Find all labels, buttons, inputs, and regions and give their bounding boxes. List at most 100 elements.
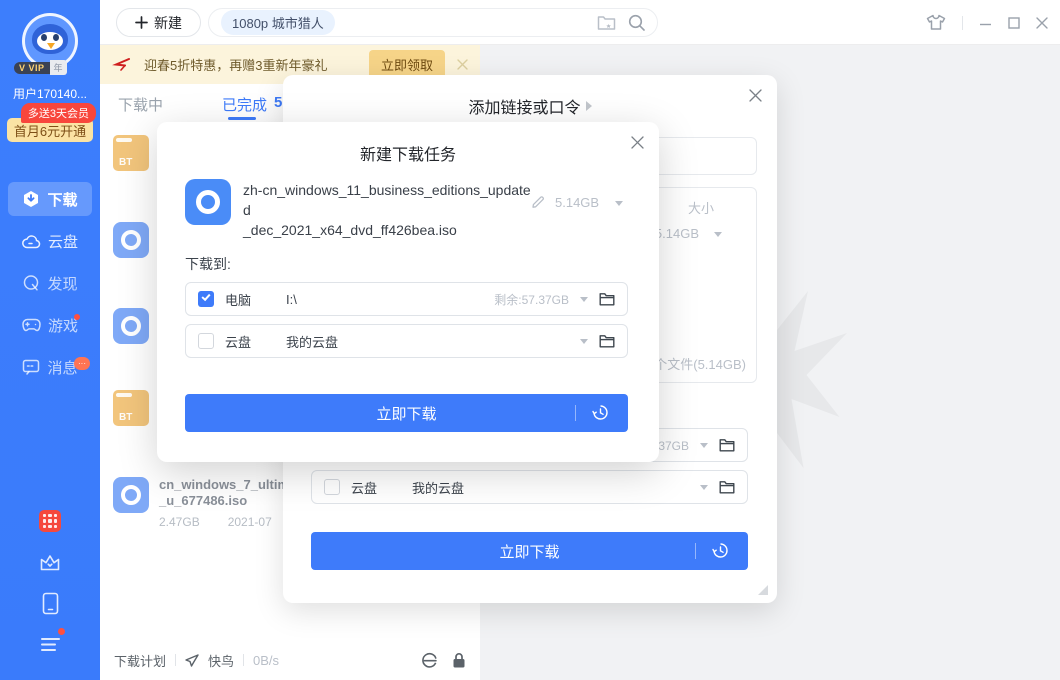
file-size-value: 5.14GB [655,226,699,241]
schedule-clock-icon[interactable] [712,542,729,559]
caret-down-icon[interactable] [714,232,722,237]
cloud-label: 云盘 [225,332,251,351]
ie-browser-icon[interactable] [421,652,438,669]
caret-down-icon[interactable] [580,339,588,344]
schedule-clock-icon[interactable] [592,404,609,421]
minimize-icon[interactable] [979,16,992,29]
task-row[interactable]: cn_windows_7_ultim _u_677486.iso 2.47GB … [113,477,289,529]
red-calendar-icon [39,510,61,532]
modal-file-name: zh-cn_windows_11_business_editions_updat… [243,180,535,240]
task-file-date: 2021-07 [228,515,272,529]
edit-filename-icon[interactable] [531,195,545,209]
sidebar-item-games[interactable]: 游戏 [8,308,92,342]
pc-label: 电脑 [225,290,251,309]
active-tab-underline [228,117,256,120]
search-suggestion-tag[interactable]: 1080p 城市猎人 [221,10,335,35]
checkbox-checked-icon[interactable] [198,291,214,307]
discover-icon [22,274,40,292]
task-file-size: 2.47GB [159,515,200,529]
task-row[interactable]: BT [113,390,149,426]
add-link-dialog-title[interactable]: 添加链接或口令 [283,94,777,118]
caret-down-icon[interactable] [700,485,708,490]
tab-completed-label: 已完成 [222,94,267,115]
xunlei-app-window: V VIP 年 用户170140... 多送3天会员 首月6元开通 下载 云盘 [0,0,1060,680]
tab-downloading[interactable]: 下载中 [118,94,163,115]
modal-file-size: 5.14GB [555,195,599,210]
cloud-path-row[interactable]: 云盘 我的云盘 [185,324,628,358]
download-now-button[interactable]: 立即下载 [185,394,628,432]
sidebar-item-discover[interactable]: 发现 [8,266,92,300]
lock-icon[interactable] [452,652,466,669]
sidebar-item-label: 下载 [47,189,77,210]
task-row[interactable] [113,308,149,344]
task-file-meta: 2.47GB 2021-07 [159,515,289,529]
sidebar-item-cloud[interactable]: 云盘 [8,224,92,258]
tab-completed-count: 5 [274,94,282,115]
vip-badge-suffix: 年 [50,60,67,75]
download-now-button[interactable]: 立即下载 [311,532,748,570]
sidebar-footer [0,508,100,657]
task-row[interactable] [113,222,149,258]
folder-browse-icon[interactable] [599,334,615,348]
download-to-label: 下载到: [185,254,231,274]
button-divider [575,405,576,421]
bt-folder-icon: BT [113,135,149,171]
sidebar-item-download[interactable]: 下载 [8,182,92,216]
resize-handle[interactable] [758,585,768,595]
crown-icon [39,553,61,572]
notification-dot [74,314,80,320]
free-space-label: 剩余:57.37GB [494,291,569,308]
caret-down-icon[interactable] [580,297,588,302]
selected-files-summary: 个文件(5.14GB) [654,354,746,373]
size-column-header: 大小 [688,198,714,217]
sidebar-item-messages[interactable]: 消息 ··· [8,350,92,384]
speedup-button[interactable]: 快鸟 [208,651,234,670]
banner-text: 迎春5折特惠，再赠3重新年豪礼 [144,55,327,74]
username[interactable]: 用户170140... [0,85,100,102]
tab-completed[interactable]: 已完成 5 [222,94,282,115]
collection-folder-icon[interactable] [597,15,616,31]
caret-down-icon[interactable] [615,201,623,206]
new-task-label: 新建 [154,13,182,33]
vip-crown-button[interactable] [37,549,63,575]
skin-theme-icon[interactable] [926,14,946,31]
search-icon[interactable] [628,14,645,31]
menu-icon [40,637,61,652]
folder-browse-icon[interactable] [599,292,615,306]
checkbox-unchecked-icon[interactable] [198,333,214,349]
sidebar-item-label: 云盘 [48,231,78,252]
cloud-path-value: 我的云盘 [286,332,338,351]
new-task-button[interactable]: 新建 [116,8,201,37]
activity-calendar-button[interactable] [37,508,63,534]
flash-bird-icon [112,57,134,72]
banner-close-icon[interactable] [457,59,468,70]
cloud-icon [22,234,41,249]
maximize-icon[interactable] [1008,17,1020,29]
pc-path-row[interactable]: 电脑 I:\ 剩余:57.37GB [185,282,628,316]
statusbar-divider [175,654,176,666]
vip-badge[interactable]: V VIP 年 [14,60,67,75]
bt-folder-icon: BT [113,390,149,426]
modal-title: 新建下载任务 [157,141,659,165]
search-bar[interactable]: 1080p 城市猎人 [208,8,658,37]
mobile-app-button[interactable] [37,590,63,616]
download-plan-button[interactable]: 下载计划 [114,651,166,670]
task-row[interactable]: BT [113,135,149,171]
iso-file-icon [113,308,149,344]
download-speed: 0B/s [253,653,279,668]
caret-down-icon[interactable] [700,443,708,448]
pc-path-value: I:\ [286,292,297,307]
phone-icon [42,592,59,615]
statusbar-divider [243,654,244,666]
vip-badge-label: V VIP [14,62,50,74]
cloud-label: 云盘 [351,478,377,497]
speedup-bird-icon [185,654,199,667]
sidebar-item-label: 消息 [47,357,77,378]
cloud-path-row[interactable]: 云盘 我的云盘 [311,470,748,504]
new-task-modal: 新建下载任务 zh-cn_windows_11_business_edition… [157,122,659,462]
folder-browse-icon[interactable] [719,480,735,494]
checkbox-unchecked-icon[interactable] [324,479,340,495]
folder-browse-icon[interactable] [719,438,735,452]
close-icon[interactable] [1036,17,1048,29]
main-menu-button[interactable] [37,631,63,657]
